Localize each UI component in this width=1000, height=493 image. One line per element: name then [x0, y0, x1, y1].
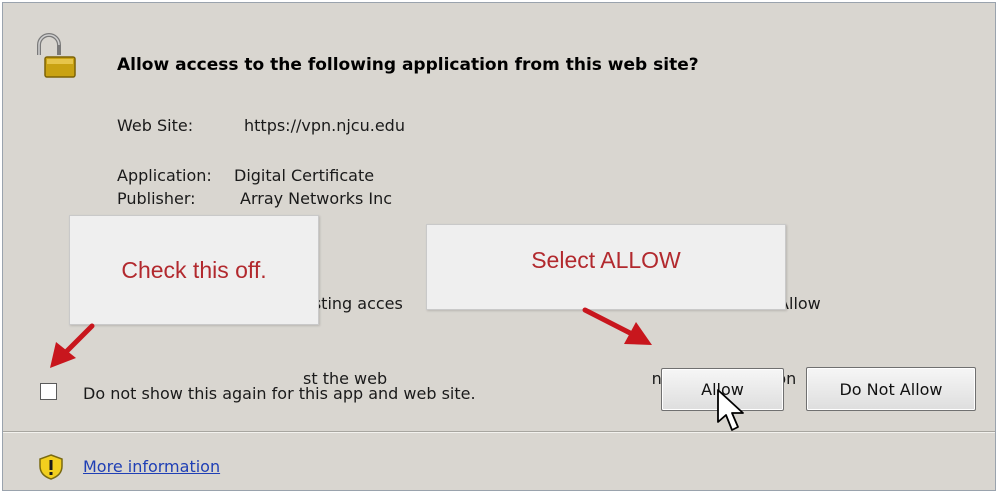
do-not-show-label[interactable]: Do not show this again for this app and … — [83, 384, 476, 403]
publisher-label: Publisher: — [117, 189, 196, 208]
mouse-pointer-icon — [717, 389, 744, 431]
application-value: Digital Certificate — [234, 166, 375, 185]
more-information-link[interactable]: More information — [83, 457, 220, 476]
callout-select-allow: Select ALLOW — [426, 224, 786, 310]
security-dialog: Allow access to the following applicatio… — [2, 2, 996, 491]
callout-check-this-off: Check this off. — [69, 215, 319, 325]
dialog-title: Allow access to the following applicatio… — [117, 55, 699, 75]
warning-shield-icon — [39, 454, 63, 480]
do-not-show-checkbox[interactable] — [40, 383, 57, 400]
application-label: Application: — [117, 166, 212, 185]
do-not-allow-button[interactable]: Do Not Allow — [806, 367, 976, 411]
web-site-label: Web Site: — [117, 116, 194, 135]
padlock-icon — [37, 33, 76, 78]
web-site-value: https://vpn.njcu.edu — [244, 116, 405, 135]
publisher-value: Array Networks Inc — [240, 189, 393, 208]
